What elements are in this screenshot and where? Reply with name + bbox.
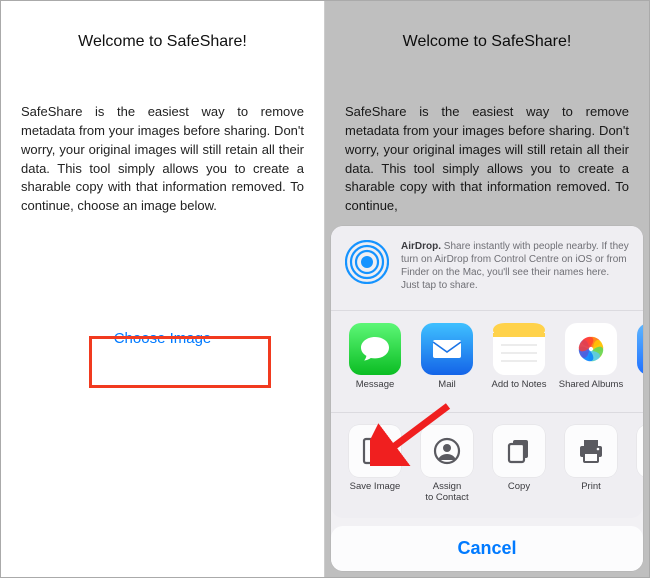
action-assign-contact[interactable]: Assignto Contact xyxy=(411,425,483,504)
share-sheet: AirDrop. Share instantly with people nea… xyxy=(331,226,643,571)
generic-app-icon xyxy=(637,323,643,375)
choose-wrap: Choose Image xyxy=(21,316,304,361)
share-app-mail[interactable]: Mail xyxy=(411,323,483,402)
share-apps-row: Message Mail Add to Notes xyxy=(331,311,643,413)
action-print[interactable]: Print xyxy=(555,425,627,504)
photos-icon xyxy=(565,323,617,375)
intro-text: SafeShare is the easiest way to remove m… xyxy=(345,103,629,216)
share-actions-row: Save Image Assignto Contact Copy xyxy=(331,413,643,518)
airdrop-icon xyxy=(345,240,389,284)
app-label: Mail xyxy=(438,380,455,402)
app-label: Shared Albums xyxy=(559,380,623,402)
share-app-notes[interactable]: Add to Notes xyxy=(483,323,555,402)
app-label: Message xyxy=(356,380,395,402)
action-save-image[interactable]: Save Image xyxy=(339,425,411,504)
airdrop-description: AirDrop. Share instantly with people nea… xyxy=(401,240,629,292)
save-image-icon xyxy=(349,425,401,477)
generic-action-icon xyxy=(637,425,643,477)
action-label: Copy xyxy=(508,482,530,504)
cancel-button[interactable]: Cancel xyxy=(331,526,643,571)
share-app-message[interactable]: Message xyxy=(339,323,411,402)
choose-image-button[interactable]: Choose Image xyxy=(86,316,240,361)
print-icon xyxy=(565,425,617,477)
notes-icon xyxy=(493,323,545,375)
share-app-shared-albums[interactable]: Shared Albums xyxy=(555,323,627,402)
app-label: Add to Notes xyxy=(492,380,547,402)
action-more[interactable]: S xyxy=(627,425,643,504)
assign-contact-icon xyxy=(421,425,473,477)
message-icon xyxy=(349,323,401,375)
copy-icon xyxy=(493,425,545,477)
welcome-title: Welcome to SafeShare! xyxy=(345,33,629,51)
share-app-more[interactable] xyxy=(627,323,643,402)
airdrop-bold: AirDrop. xyxy=(401,241,441,252)
intro-text: SafeShare is the easiest way to remove m… xyxy=(21,103,304,216)
screenshot-pair: Welcome to SafeShare! SafeShare is the e… xyxy=(0,0,650,578)
welcome-title: Welcome to SafeShare! xyxy=(21,33,304,51)
action-label: Assignto Contact xyxy=(425,482,468,504)
phone-right: Welcome to SafeShare! SafeShare is the e… xyxy=(325,1,649,577)
action-label: Save Image xyxy=(350,482,401,504)
share-sheet-panel: AirDrop. Share instantly with people nea… xyxy=(331,226,643,518)
mail-icon xyxy=(421,323,473,375)
right-content: Welcome to SafeShare! SafeShare is the e… xyxy=(325,33,649,216)
action-copy[interactable]: Copy xyxy=(483,425,555,504)
action-label: Print xyxy=(581,482,601,504)
airdrop-row[interactable]: AirDrop. Share instantly with people nea… xyxy=(331,226,643,311)
phone-left: Welcome to SafeShare! SafeShare is the e… xyxy=(1,1,325,577)
left-content: Welcome to SafeShare! SafeShare is the e… xyxy=(1,33,324,361)
